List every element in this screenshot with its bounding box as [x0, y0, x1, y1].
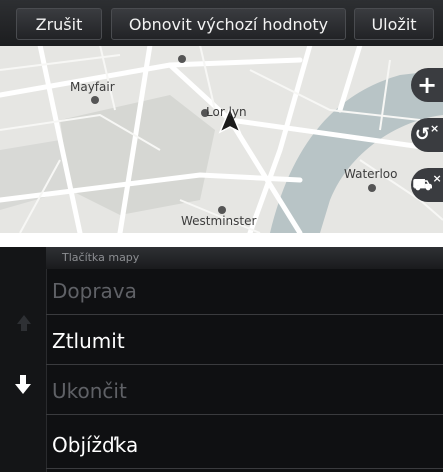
scroll-up-icon[interactable]	[16, 313, 32, 333]
list-item-label: Ztlumit	[52, 329, 125, 353]
list-item-traffic[interactable]: Doprava	[46, 269, 443, 315]
list-item-label: Doprava	[52, 279, 137, 303]
toolbar: Zrušit Obnovit výchozí hodnoty Uložit	[0, 0, 443, 46]
list-header: Tlačítka mapy	[46, 247, 443, 269]
detour-icon[interactable]: ↺×	[411, 118, 443, 152]
reset-defaults-button[interactable]: Obnovit výchozí hodnoty	[111, 8, 346, 40]
list-item-detour[interactable]: Objížďka	[46, 423, 443, 469]
cancel-button[interactable]: Zrušit	[16, 8, 102, 40]
list-item-end[interactable]: Ukončit	[46, 369, 443, 415]
scrollbar[interactable]	[0, 247, 47, 472]
map-label-london: Lor lyn	[206, 105, 247, 119]
map-label-westminster: Westminster	[181, 214, 257, 228]
map-screen: Mayfair Lor lyn Westminster Waterloo + ↺…	[0, 0, 443, 233]
scroll-down-icon[interactable]	[14, 373, 32, 395]
list-header-label: Tlačítka mapy	[62, 251, 140, 264]
list-item-label: Objížďka	[52, 433, 139, 457]
map-buttons-settings: Tlačítka mapy Doprava Ztlumit Ukončit Ob…	[0, 247, 443, 472]
map-label-mayfair: Mayfair	[70, 80, 115, 94]
zoom-in-icon[interactable]: +	[411, 68, 443, 102]
list-item-label: Ukončit	[52, 379, 127, 403]
map-label-waterloo: Waterloo	[344, 167, 398, 181]
traffic-icon[interactable]: ⛟×	[411, 168, 443, 202]
save-button[interactable]: Uložit	[354, 8, 434, 40]
list-item-mute[interactable]: Ztlumit	[46, 319, 443, 365]
